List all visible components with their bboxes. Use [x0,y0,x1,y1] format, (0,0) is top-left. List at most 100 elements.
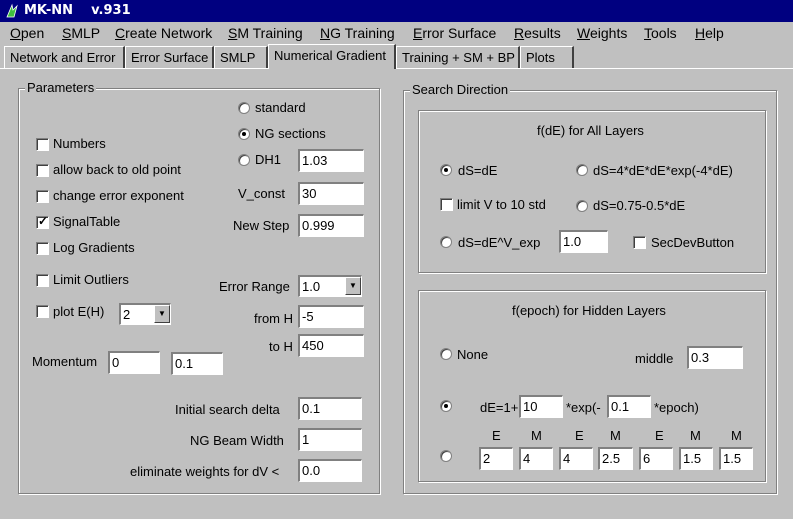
momentum-input-2[interactable]: 0.1 [171,352,223,375]
chevron-down-icon[interactable]: ▼ [345,277,361,295]
menu-tools[interactable]: Tools [644,25,677,41]
title-bar: MK-NN v.931 [0,0,793,22]
none-label: None [457,347,489,362]
beam-width-input[interactable]: 1 [298,428,362,451]
em-input[interactable]: 6 [639,447,673,470]
radio-em-table[interactable] [440,450,452,462]
de-coefficient-input[interactable]: 10 [519,395,563,418]
tab-panel-border [0,68,793,70]
middle-input[interactable]: 0.3 [687,346,743,369]
momentum-input-1[interactable]: 0 [108,351,160,374]
tab-error-surface[interactable]: Error Surface [125,46,214,68]
error-range-value: 1.0 [302,279,321,294]
radio-ds-de[interactable] [440,164,452,176]
from-h-label: from H [254,311,293,326]
checkbox-allow-back[interactable] [36,164,49,177]
tab-numerical-gradient[interactable]: Numerical Gradient [268,44,396,69]
checkbox-log-gradients[interactable] [36,242,49,255]
em-header: E [575,428,584,443]
momentum-label: Momentum [32,354,98,369]
plot-eh-label: plot E(H) [53,304,105,319]
plot-eh-value: 2 [123,307,131,322]
dh1-input[interactable]: 1.03 [298,149,364,172]
from-h-input[interactable]: -5 [298,305,364,328]
fde-title: f(dE) for All Layers [537,123,644,138]
menu-create-network[interactable]: Create Network [115,25,212,41]
parameters-title: Parameters [25,80,97,95]
limit-outliers-label: Limit Outliers [53,272,129,287]
em-header: E [492,428,501,443]
check-mark-icon: ✓ [38,214,49,228]
checkbox-numbers[interactable] [36,138,49,151]
middle-label: middle [635,351,674,366]
beam-width-label: NG Beam Width [190,433,284,448]
tab-strip: Network and Error Error Surface SMLP Num… [0,44,793,69]
radio-none[interactable] [440,348,452,360]
radio-ds-075[interactable] [576,200,588,212]
em-input[interactable]: 1.5 [679,447,713,470]
new-step-label: New Step [233,218,290,233]
ds-de-label: dS=dE [458,163,498,178]
limit-v-label: limit V to 10 std [457,197,546,212]
radio-ng-sections[interactable] [238,128,250,140]
checkbox-limit-v[interactable] [440,198,453,211]
to-h-input[interactable]: 450 [298,334,364,357]
de-eq-label: dE=1+ [480,400,519,415]
v-exp-input[interactable]: 1.0 [559,230,608,253]
menu-weights[interactable]: Weights [577,25,627,41]
error-range-select[interactable]: 1.0 ▼ [298,275,362,297]
epoch-label: *epoch) [654,400,699,415]
radio-de-exp[interactable] [440,400,452,412]
app-icon [4,3,20,19]
eliminate-label: eliminate weights for dV < [130,464,280,479]
menu-ng-training[interactable]: NG Training [320,25,395,41]
em-input[interactable]: 2 [479,447,513,470]
signal-table-label: SignalTable [53,214,121,229]
radio-standard[interactable] [238,102,250,114]
menu-bar: Open SMLP Create Network SM Training NG … [0,22,793,42]
checkbox-secdev[interactable] [633,236,646,249]
menu-sm-training[interactable]: SM Training [228,25,303,41]
menu-smlp[interactable]: SMLP [62,25,100,41]
chevron-down-icon[interactable]: ▼ [154,305,170,323]
new-step-input[interactable]: 0.999 [298,214,364,237]
numbers-label: Numbers [53,136,106,151]
exp-coefficient-input[interactable]: 0.1 [607,395,651,418]
checkbox-signal-table[interactable]: ✓ [36,214,49,229]
menu-results[interactable]: Results [514,25,561,41]
menu-help[interactable]: Help [695,25,724,41]
checkbox-change-error-exponent[interactable] [36,190,49,203]
em-input[interactable]: 4 [559,447,593,470]
initial-delta-input[interactable]: 0.1 [298,397,362,420]
em-header: M [731,428,742,443]
radio-ds-vexp[interactable] [440,236,452,248]
v-const-input[interactable]: 30 [298,182,364,205]
eliminate-input[interactable]: 0.0 [298,459,362,482]
initial-delta-label: Initial search delta [175,402,280,417]
tab-network-and-error[interactable]: Network and Error [4,46,125,68]
change-error-label: change error exponent [53,188,184,203]
tab-smlp[interactable]: SMLP [214,46,268,68]
plot-eh-select[interactable]: 2 ▼ [119,303,171,325]
tab-plots[interactable]: Plots [520,46,574,68]
checkbox-plot-eh[interactable] [36,305,49,318]
search-direction-title: Search Direction [410,82,511,97]
radio-dh1[interactable] [238,154,250,166]
menu-open[interactable]: Open [10,25,44,41]
dh1-label: DH1 [255,152,282,167]
error-range-label: Error Range [219,279,290,294]
log-gradients-label: Log Gradients [53,240,135,255]
ds-075-label: dS=0.75-0.5*dE [593,198,686,213]
em-input[interactable]: 1.5 [719,447,753,470]
radio-selected-dot [444,168,448,172]
tab-training-sm-bp[interactable]: Training + SM + BP [396,46,520,68]
em-input[interactable]: 2.5 [598,447,633,470]
em-header: E [655,428,664,443]
em-input[interactable]: 4 [519,447,553,470]
ng-sections-label: NG sections [255,126,326,141]
exp-label: *exp(- [566,400,601,415]
radio-ds-exp[interactable] [576,164,588,176]
checkbox-limit-outliers[interactable] [36,274,49,287]
menu-error-surface[interactable]: Error Surface [413,25,496,41]
window-title: MK-NN v.931 [24,3,131,18]
